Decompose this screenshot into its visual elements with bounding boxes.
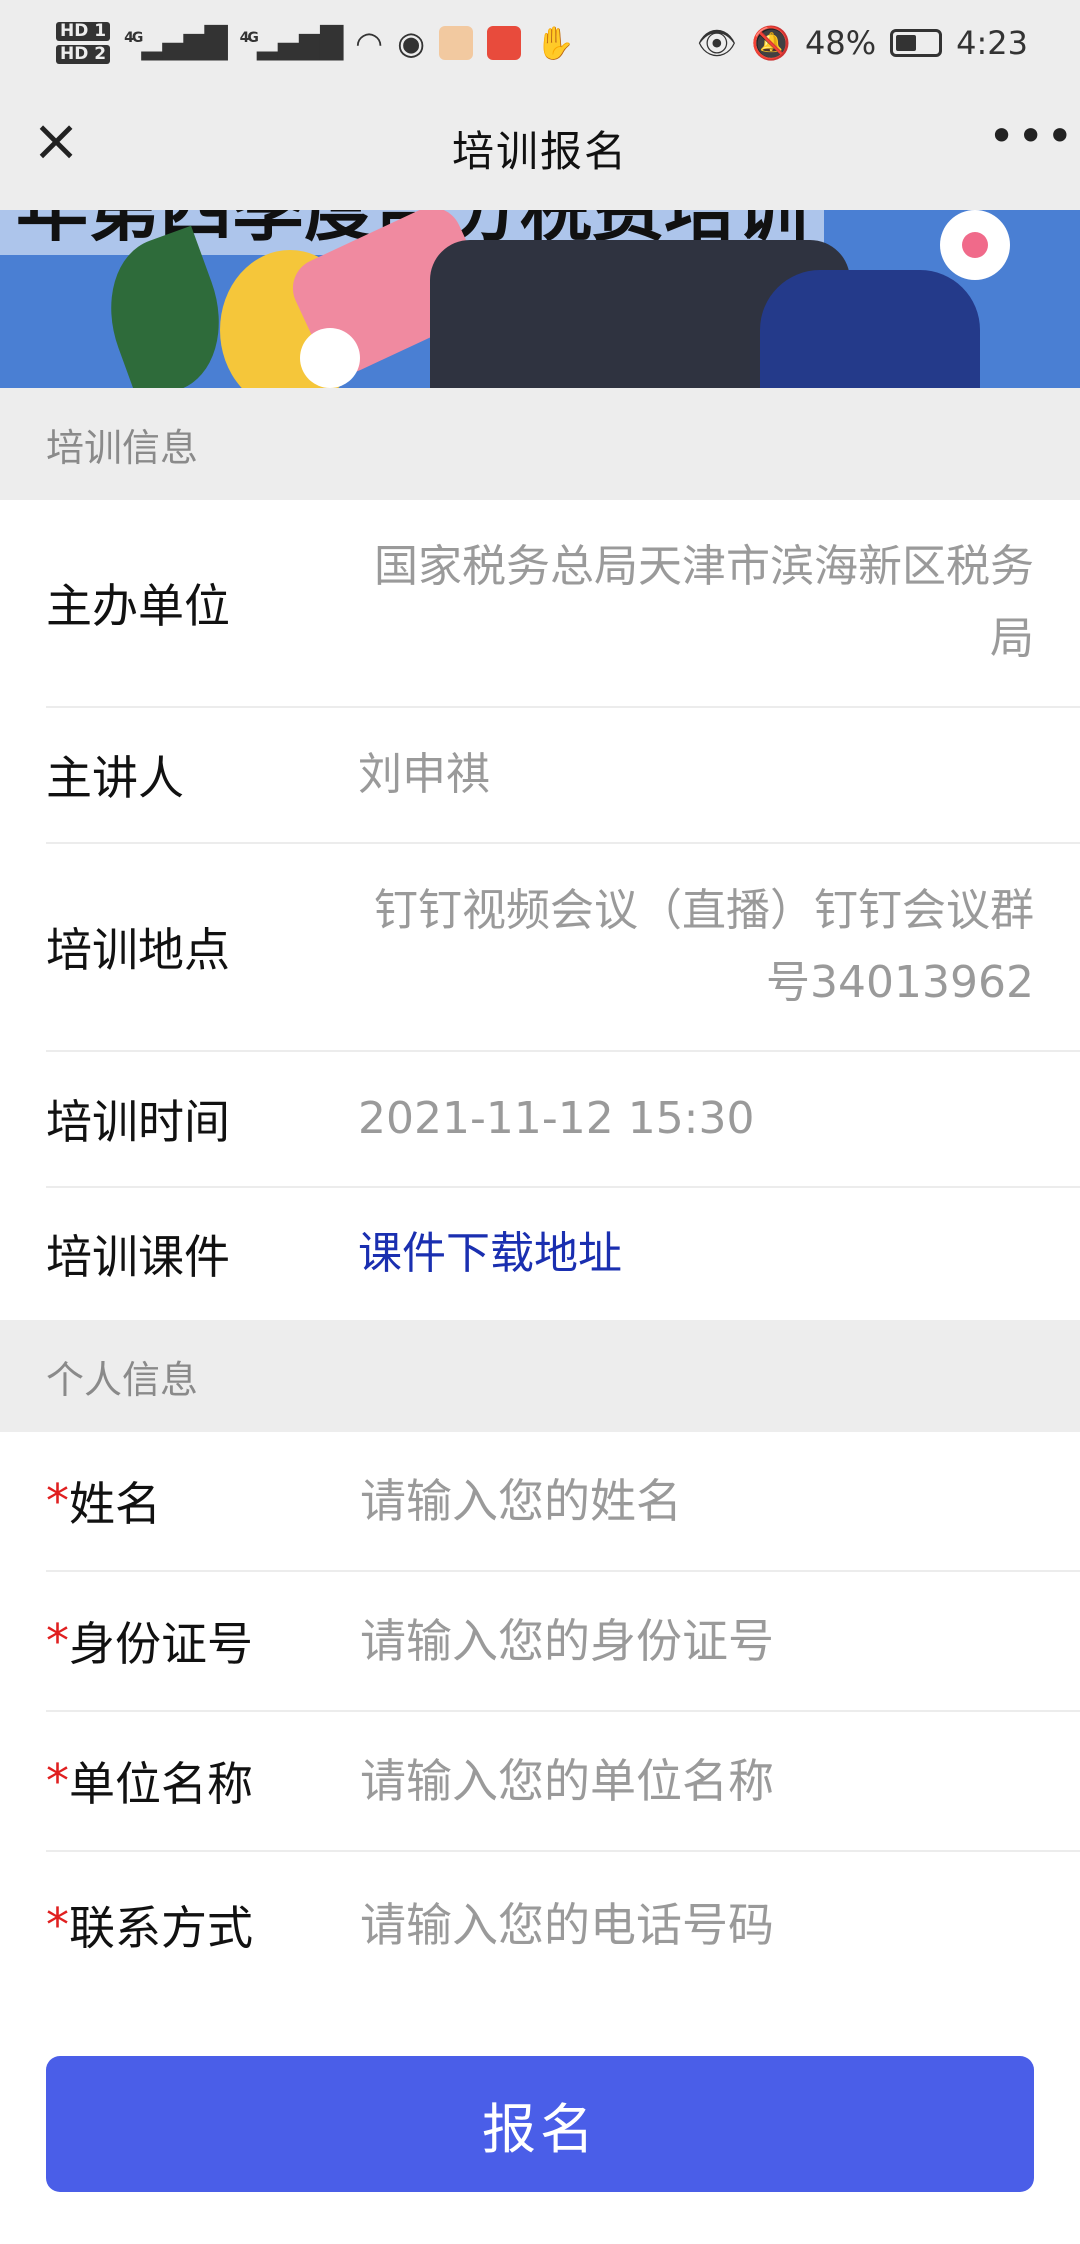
eye-icon: 👁: [696, 24, 738, 62]
organizer-row: 主办单位 国家税务总局天津市滨海新区税务局: [46, 500, 1080, 708]
page-title: 培训报名: [451, 126, 628, 176]
register-button[interactable]: 报名: [46, 2056, 1034, 2192]
more-icon[interactable]: •••: [988, 113, 1073, 166]
phone-row: * 联系方式: [46, 1852, 1080, 1998]
location-value: 钉钉视频会议（直播）钉钉会议群号34013962: [374, 885, 1034, 1008]
name-label-text: 姓名: [69, 1477, 161, 1531]
organizer-label: 主办单位: [46, 579, 230, 633]
signal-icon-2: 4G▂▄▆█: [239, 25, 344, 61]
flower-center: [962, 232, 988, 258]
phone-label-text: 联系方式: [69, 1901, 253, 1955]
name-label: * 姓名: [46, 1432, 161, 1570]
mute-bell-icon: 🔕: [751, 24, 792, 62]
phone-input[interactable]: [358, 1852, 1034, 1998]
speaker-row: 主讲人 刘申祺: [46, 708, 1080, 844]
navy-shape: [760, 270, 980, 388]
clock: 4:23: [956, 24, 1028, 62]
speaker-label: 主讲人: [46, 751, 184, 805]
time-label: 培训时间: [46, 1095, 230, 1149]
status-bar: HD 1 HD 2 4G▂▄▆█ 4G▂▄▆█ ◠ ◉ ✋ 👁 🔕 48% 4:…: [0, 0, 1080, 86]
training-info-header: 培训信息: [0, 388, 1080, 500]
id-number-input[interactable]: [358, 1572, 1034, 1710]
app-notification-icon: [439, 26, 473, 60]
phone-label: * 联系方式: [46, 1852, 253, 1998]
hand-icon: ✋: [535, 24, 575, 62]
name-row: * 姓名: [46, 1432, 1080, 1572]
required-mark: *: [46, 1754, 69, 1808]
battery-icon: [890, 29, 943, 57]
courseware-label: 培训课件: [46, 1230, 230, 1284]
close-icon[interactable]: ×: [30, 111, 82, 169]
organizer-value: 国家税务总局天津市滨海新区税务局: [374, 541, 1034, 664]
id-number-row: * 身份证号: [46, 1572, 1080, 1712]
required-mark: *: [46, 1474, 69, 1528]
required-mark: *: [46, 1898, 69, 1952]
battery-percent: 48%: [805, 24, 877, 62]
name-input[interactable]: [358, 1432, 1034, 1570]
company-row: * 单位名称: [46, 1712, 1080, 1852]
id-number-label-text: 身份证号: [69, 1617, 253, 1671]
speaker-value: 刘申祺: [358, 749, 490, 800]
location-row: 培训地点 钉钉视频会议（直播）钉钉会议群号34013962: [46, 844, 1080, 1052]
required-mark: *: [46, 1614, 69, 1668]
network-type-1: 4G: [124, 29, 143, 46]
company-input[interactable]: [358, 1712, 1034, 1850]
flower-icon-2: [300, 328, 360, 388]
hd-indicator: HD 1 HD 2: [56, 22, 111, 64]
nav-bar: × 培训报名 •••: [0, 86, 1080, 210]
company-label-text: 单位名称: [69, 1757, 253, 1811]
time-value: 2021-11-12 15:30: [358, 1093, 755, 1144]
courseware-download-link[interactable]: 课件下载地址: [358, 1188, 622, 1320]
hd2-badge: HD 2: [56, 45, 111, 64]
time-row: 培训时间 2021-11-12 15:30: [46, 1052, 1080, 1188]
status-left: HD 1 HD 2 4G▂▄▆█ 4G▂▄▆█ ◠ ◉ ✋: [56, 22, 575, 64]
location-label: 培训地点: [46, 923, 230, 977]
training-info-panel: 主办单位 国家税务总局天津市滨海新区税务局 主讲人 刘申祺 培训地点 钉钉视频会…: [0, 500, 1080, 1320]
hd1-badge: HD 1: [56, 22, 111, 41]
signal-icon-1: 4G▂▄▆█: [124, 25, 228, 61]
wifi-icon: ◠: [355, 24, 384, 62]
personal-info-header: 个人信息: [0, 1320, 1080, 1432]
status-right: 👁 🔕 48% 4:23: [697, 24, 1028, 62]
audio-icon: ◉: [397, 24, 425, 62]
company-label: * 单位名称: [46, 1712, 253, 1850]
id-number-label: * 身份证号: [46, 1572, 253, 1710]
network-type-2: 4G: [239, 29, 259, 46]
banner-image: 年第四季度部分税费培训: [0, 210, 1080, 388]
courseware-row: 培训课件 课件下载地址: [46, 1188, 1080, 1320]
app-notification-icon-2: [487, 26, 521, 60]
